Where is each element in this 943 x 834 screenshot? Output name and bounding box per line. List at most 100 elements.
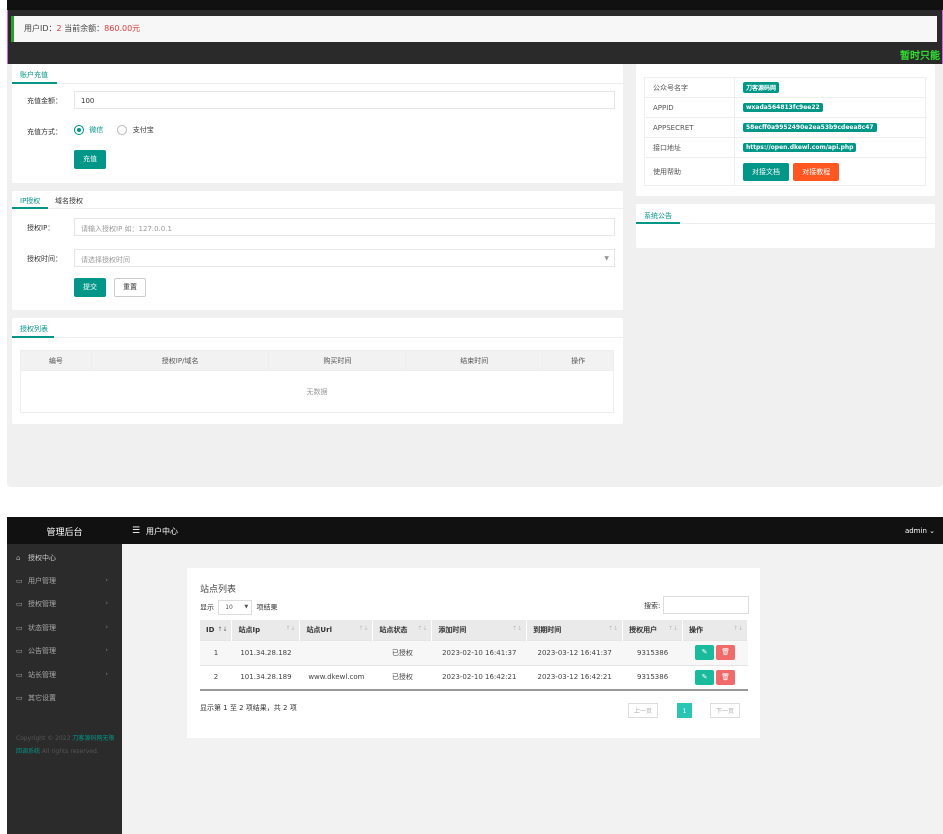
sidebar: ⌂ 授权中心 ▭ 用户管理 › ▭ 授权管理 › ▭ 状态管理 › ▭ 公告管理 › ▭ 站长管理 ›… bbox=[7, 544, 122, 834]
sidebar-item-webmasters[interactable]: ▭ 站长管理 › bbox=[7, 663, 122, 686]
balance-value: 860.00元 bbox=[104, 24, 141, 33]
chevron-right-icon: › bbox=[105, 576, 108, 584]
sort-icon: ↑↓ bbox=[358, 624, 369, 632]
info-row: APPSECRET 58ecff0a9952490e2ea53b9cdeea8c4… bbox=[644, 117, 926, 138]
sort-icon: ↑↓ bbox=[285, 624, 296, 632]
sort-icon: ↑↓ bbox=[512, 624, 523, 632]
announcement-title: 系统公告 bbox=[636, 204, 935, 224]
sort-icon: ↑↓ bbox=[417, 624, 428, 632]
balance-label: 当前余额： bbox=[61, 24, 105, 33]
table-row: 1 101.34.28.182 已授权 2023-02-10 16:41:37 … bbox=[200, 639, 748, 665]
monitor-icon: ▭ bbox=[16, 600, 23, 608]
admin-dashboard-screenshot: 管理后台 ☰ 用户中心 admin ⌄ ⌂ 授权中心 ▭ 用户管理 › ▭ 授权管理 › … bbox=[7, 517, 943, 834]
search-input[interactable] bbox=[663, 596, 749, 614]
page-size-select[interactable]: 10 ▼ bbox=[218, 600, 253, 615]
site-list-title: 站点列表 bbox=[200, 585, 237, 595]
ip-input[interactable]: 请输入授权IP 如：127.0.0.1 bbox=[74, 218, 615, 236]
auth-form-panel: IP授权 域名授权 授权IP： 请输入授权IP 如：127.0.0.1 授权时间… bbox=[12, 191, 623, 310]
recharge-button[interactable]: 充值 bbox=[74, 150, 106, 169]
info-row: 使用帮助 对接文档 对接教程 bbox=[644, 157, 926, 186]
wechat-label: 微信 bbox=[89, 126, 104, 134]
announcement-panel: 系统公告 bbox=[636, 204, 935, 248]
sidebar-item-settings[interactable]: ▭ 其它设置 bbox=[7, 686, 122, 709]
table-row: 2 101.34.28.189 www.dkewl.com 已授权 2023-0… bbox=[200, 664, 748, 691]
chevron-down-icon: ▼ bbox=[244, 604, 249, 610]
col-purchase-time: 购买时间 bbox=[268, 350, 407, 371]
site-list-card: 站点列表 显示 10 ▼ 项结果 搜索: ID ↑↓ 站点Ip ↑↓ 站点Url ↑↓ … bbox=[187, 568, 760, 738]
chevron-right-icon: › bbox=[105, 670, 108, 678]
edit-icon[interactable]: ✎ bbox=[695, 669, 715, 685]
tab-ip-auth[interactable]: IP授权 bbox=[20, 196, 40, 206]
sidebar-item-status[interactable]: ▭ 状态管理 › bbox=[7, 616, 122, 639]
recharge-title: 账户充值 bbox=[12, 64, 623, 84]
col-id[interactable]: ID ↑↓ bbox=[200, 620, 233, 640]
sidebar-item-users[interactable]: ▭ 用户管理 › bbox=[7, 569, 122, 592]
info-value: 58ecff0a9952490e2ea53b9cdeea8c47 bbox=[743, 123, 877, 132]
method-label: 充值方式： bbox=[27, 128, 62, 136]
table-summary: 显示第 1 至 2 项结果，共 2 项 bbox=[200, 704, 297, 712]
site-table: ID ↑↓ 站点Ip ↑↓ 站点Url ↑↓ 站点状态 ↑↓ 添加时间 ↑↓ 到期时间 ↑↓… bbox=[200, 620, 748, 691]
auth-list-title: 授权列表 bbox=[12, 318, 623, 338]
next-page-button[interactable]: 下一页 bbox=[710, 703, 740, 718]
search-label: 搜索: bbox=[644, 602, 661, 610]
col-number: 编号 bbox=[20, 350, 92, 371]
scrolling-marquee: 暂时只能 bbox=[900, 51, 940, 62]
trash-icon[interactable]: 🗑 bbox=[716, 669, 736, 685]
sort-asc-icon: ↑↓ bbox=[217, 625, 228, 633]
tutorial-button[interactable]: 对接教程 bbox=[793, 162, 840, 181]
docs-button[interactable]: 对接文档 bbox=[743, 162, 789, 181]
sidebar-item-auth-center[interactable]: ⌂ 授权中心 bbox=[7, 546, 122, 569]
trash-icon[interactable]: 🗑 bbox=[716, 645, 736, 660]
auth-list-panel: 授权列表 编号 授权IP/域名 购买时间 结束时间 操作 无数据 bbox=[12, 318, 623, 424]
admin-menu[interactable]: admin ⌄ bbox=[905, 527, 935, 535]
alipay-radio[interactable] bbox=[117, 125, 128, 135]
monitor-icon: ▭ bbox=[16, 671, 23, 679]
home-icon: ⌂ bbox=[16, 554, 21, 562]
sidebar-item-announcements[interactable]: ▭ 公告管理 › bbox=[7, 639, 122, 662]
tab-domain-auth[interactable]: 域名授权 bbox=[55, 196, 83, 206]
submit-button[interactable]: 提交 bbox=[74, 278, 106, 297]
top-bar bbox=[7, 0, 943, 10]
wechat-info-panel: 公众号名字 刀客源码网 APPID wxada564813fc9ee22 APPSE… bbox=[636, 64, 935, 196]
auth-list-table: 编号 授权IP/域名 购买时间 结束时间 操作 无数据 bbox=[20, 350, 614, 413]
info-table: 公众号名字 刀客源码网 APPID wxada564813fc9ee22 APPSE… bbox=[644, 77, 926, 186]
balance-notice: 用户ID：2 当前余额：860.00元 bbox=[11, 16, 937, 42]
info-row: 公众号名字 刀客源码网 bbox=[644, 77, 926, 98]
col-actions: 操作 bbox=[542, 350, 614, 371]
edit-icon[interactable]: ✎ bbox=[695, 645, 715, 660]
reset-button[interactable]: 重置 bbox=[114, 278, 146, 297]
col-site-url[interactable]: 站点Url ↑↓ bbox=[299, 620, 374, 640]
info-row: APPID wxada564813fc9ee22 bbox=[644, 97, 926, 118]
chevron-right-icon: › bbox=[105, 623, 108, 631]
col-added-time[interactable]: 添加时间 ↑↓ bbox=[431, 620, 528, 640]
col-site-ip[interactable]: 站点Ip ↑↓ bbox=[231, 620, 301, 640]
notice-area: 用户ID：2 当前余额：860.00元 暂时只能 bbox=[7, 10, 943, 64]
info-row: 接口地址 https://open.dkewl.com/api.php bbox=[644, 137, 926, 158]
time-select[interactable]: 请选择授权时间 ▼ bbox=[74, 249, 615, 267]
menu-icon[interactable]: ☰ bbox=[132, 526, 140, 536]
wechat-radio[interactable] bbox=[74, 125, 84, 135]
monitor-icon: ▭ bbox=[16, 694, 23, 702]
sidebar-item-auth[interactable]: ▭ 授权管理 › bbox=[7, 592, 122, 615]
prev-page-button[interactable]: 上一页 bbox=[628, 703, 658, 718]
col-auth-user[interactable]: 授权用户 ↑↓ bbox=[622, 620, 684, 640]
sort-icon: ↑↓ bbox=[667, 624, 679, 632]
amount-label: 充值金额： bbox=[27, 97, 62, 105]
copyright: Copyright © 2022 刀客源码网无限回调系统 All rights … bbox=[16, 735, 115, 755]
ip-label: 授权IP： bbox=[27, 224, 55, 232]
time-label: 授权时间： bbox=[27, 255, 62, 263]
alipay-label: 支付宝 bbox=[132, 126, 154, 134]
recharge-panel: 账户充值 充值金额： 100 充值方式： 微信 支付宝 充值 bbox=[12, 64, 623, 183]
user-center-screenshot: 用户ID：2 当前余额：860.00元 暂时只能 账户充值 充值金额： 100 … bbox=[7, 0, 943, 487]
header-title: 用户中心 bbox=[146, 527, 178, 536]
empty-state: 无数据 bbox=[20, 370, 614, 413]
info-value: https://open.dkewl.com/api.php bbox=[743, 143, 857, 152]
chevron-down-icon: ▼ bbox=[604, 255, 609, 262]
info-value: wxada564813fc9ee22 bbox=[743, 103, 823, 112]
col-actions[interactable]: 操作 ↑↓ bbox=[682, 620, 748, 640]
col-expire-time[interactable]: 到期时间 ↑↓ bbox=[526, 620, 624, 640]
col-site-status[interactable]: 站点状态 ↑↓ bbox=[372, 620, 433, 640]
amount-input[interactable]: 100 bbox=[74, 91, 615, 109]
chevron-right-icon: › bbox=[105, 599, 108, 607]
page-1-button[interactable]: 1 bbox=[677, 703, 692, 718]
